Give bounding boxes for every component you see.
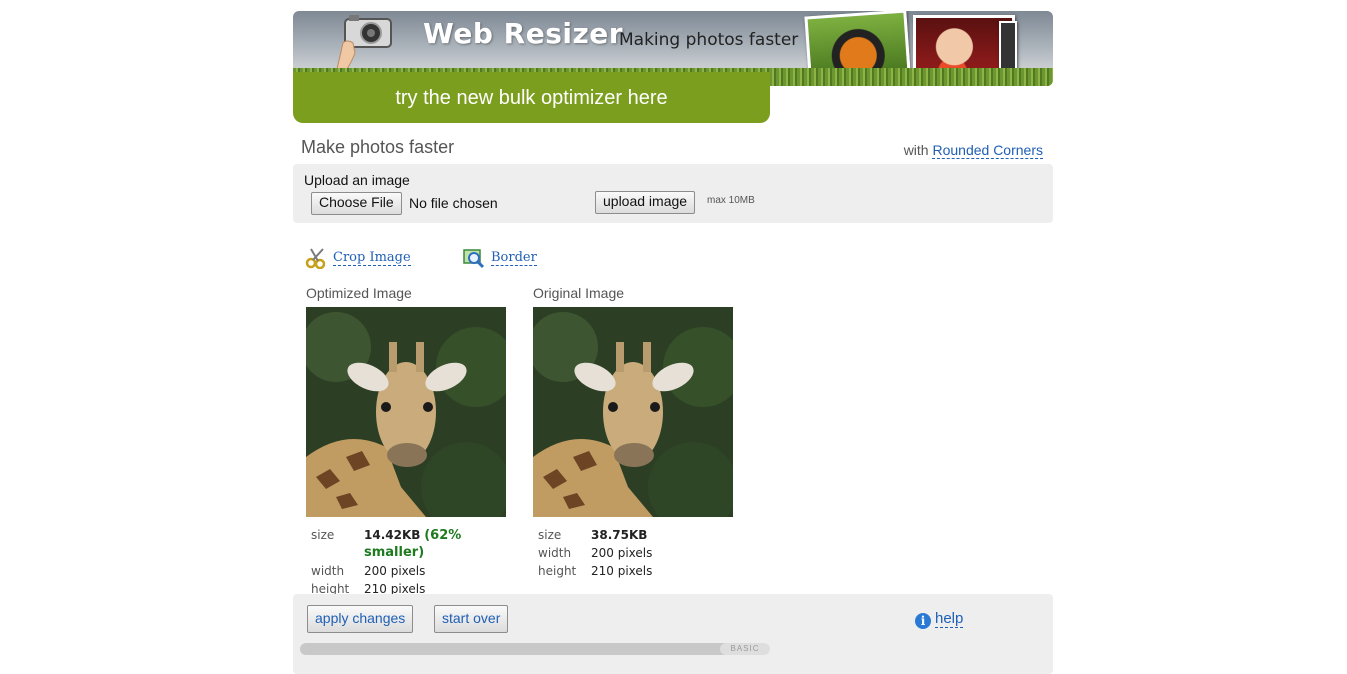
- size-label: size: [538, 528, 562, 542]
- optimized-image-title: Optimized Image: [306, 285, 412, 301]
- tagline: Making photos faster: [619, 30, 799, 50]
- apply-changes-button[interactable]: apply changes: [307, 605, 414, 633]
- optimized-image-panel: Optimized Image size 14.42KB (62% smalle…: [306, 285, 506, 599]
- actions-panel: apply changes start over i help BASIC: [293, 594, 1053, 674]
- original-size-value: 38.75KB: [591, 528, 648, 542]
- rounded-corners-link[interactable]: Rounded Corners: [932, 142, 1043, 159]
- optimized-size-value: 14.42KB: [364, 528, 421, 542]
- page-title: Make photos faster: [301, 137, 455, 157]
- original-width-value: 200 pixels: [591, 546, 653, 560]
- optimized-stats: size 14.42KB (62% smaller) width 200 pix…: [309, 525, 506, 599]
- choose-file-button[interactable]: Choose File: [311, 192, 402, 215]
- width-label: width: [311, 564, 345, 578]
- upload-image-button[interactable]: upload image: [595, 191, 696, 214]
- bulk-optimizer-link[interactable]: try the new bulk optimizer here: [293, 72, 770, 123]
- height-label: height: [538, 564, 577, 578]
- upload-panel: Upload an image Choose File No file chos…: [293, 164, 1053, 223]
- camera-hand-icon: [336, 15, 392, 69]
- crop-image-link[interactable]: Crop Image: [333, 250, 411, 266]
- border-magnifier-icon: [463, 249, 485, 269]
- border-link[interactable]: Border: [491, 250, 537, 266]
- original-image-panel: Original Image size 38.75KB width 200 pi…: [533, 285, 733, 581]
- file-status: No file chosen: [409, 195, 498, 211]
- bulk-optimizer-label: try the new bulk optimizer here: [395, 87, 668, 109]
- scissors-icon: [305, 248, 326, 269]
- logo-text: Web Resizer: [423, 17, 624, 50]
- max-size-note: max 10MB: [707, 195, 755, 206]
- with-prefix: with: [903, 142, 929, 158]
- info-icon: i: [915, 613, 931, 629]
- optimized-giraffe-image: [306, 307, 506, 517]
- width-label: width: [538, 546, 572, 560]
- optimized-width-value: 200 pixels: [364, 564, 426, 578]
- rounded-corners-promo: with Rounded Corners: [903, 142, 1043, 159]
- original-giraffe-image: [533, 307, 733, 517]
- original-height-value: 210 pixels: [591, 564, 653, 578]
- size-label: size: [311, 528, 335, 542]
- original-stats: size 38.75KB width 200 pixels height 210…: [536, 525, 654, 581]
- mode-slider[interactable]: BASIC: [300, 643, 770, 655]
- original-image-title: Original Image: [533, 285, 625, 301]
- basic-tab[interactable]: BASIC: [720, 643, 770, 655]
- upload-label: Upload an image: [304, 172, 410, 188]
- start-over-button[interactable]: start over: [434, 605, 509, 633]
- help-label[interactable]: help: [935, 610, 964, 628]
- help-link[interactable]: i help: [915, 610, 964, 629]
